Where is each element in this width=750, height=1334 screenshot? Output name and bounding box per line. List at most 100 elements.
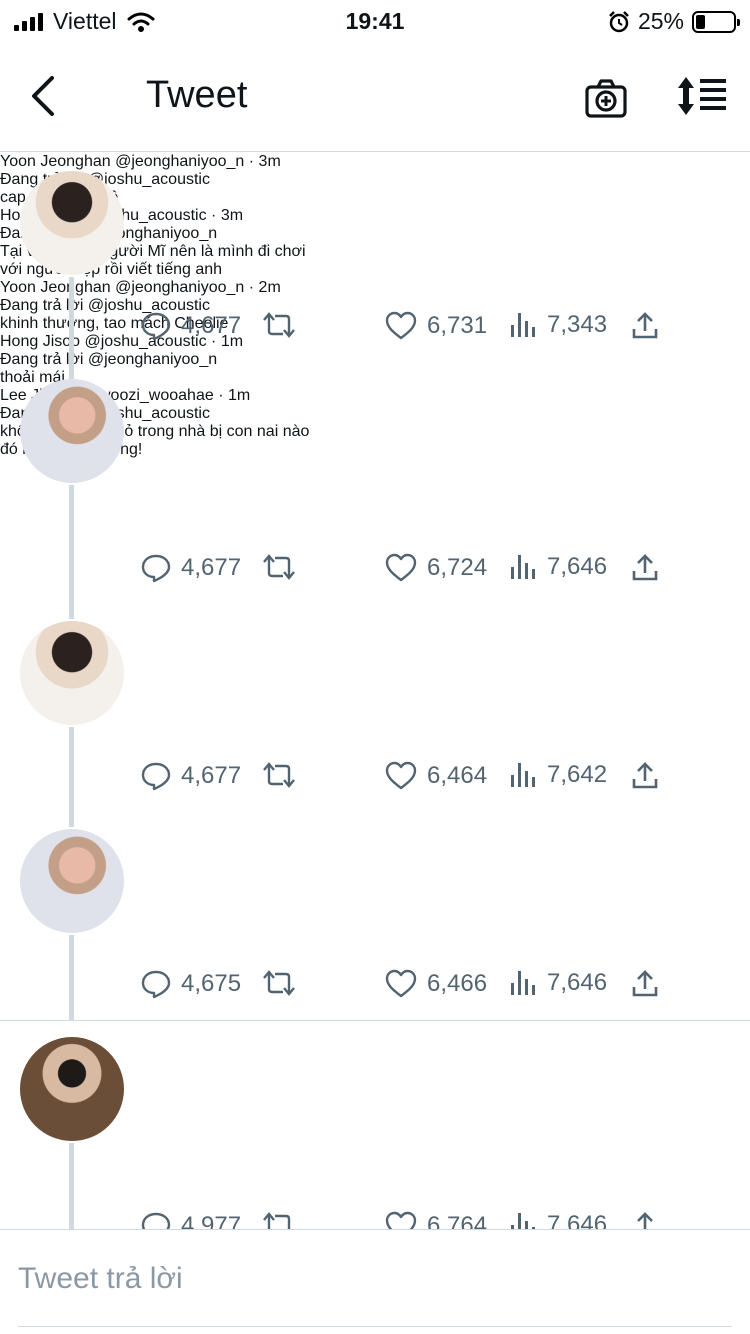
retweet-action[interactable] [261,553,297,581]
sort-icon[interactable] [676,76,728,116]
like-action[interactable]: 6,764 [385,1211,487,1229]
reply-icon[interactable] [141,311,171,341]
retweet-icon[interactable] [261,553,297,581]
reply-count: 4,677 [181,312,242,339]
retweet-icon[interactable] [261,311,297,339]
thread-connector-line [69,935,74,1020]
tweet-thread: Yoon Jeonghan @jeonghaniyoo_n · 3mĐang t… [0,153,750,1229]
avatar[interactable] [20,171,124,275]
like-icon[interactable] [385,311,417,341]
views-icon[interactable] [509,761,537,789]
like-icon[interactable] [385,761,417,791]
view-count: 7,646 [547,969,608,996]
reply-action[interactable]: 4,977 [141,1211,241,1229]
views-action[interactable]: 7,642 [509,761,607,789]
like-count: 6,731 [427,312,488,339]
views-icon[interactable] [509,553,537,581]
divider [0,1020,750,1021]
tweet-time: · 3m [248,153,281,170]
retweet-icon[interactable] [261,969,297,997]
avatar[interactable] [20,379,124,483]
view-count: 7,646 [547,1211,608,1229]
tweet-actions: 4,977 6,764 7,646 [141,1211,671,1229]
status-bar: Viettel 19:41 25% [0,0,750,42]
battery-icon [692,10,740,33]
alarm-icon [609,10,629,32]
reply-icon[interactable] [141,1211,171,1229]
views-action[interactable]: 7,646 [509,553,607,581]
retweet-action[interactable] [261,969,297,997]
like-action[interactable]: 6,731 [385,311,487,341]
share-icon[interactable] [631,1211,659,1229]
camera-plus-icon[interactable] [584,76,628,120]
reply-composer: Tweet trả lời [0,1229,750,1334]
tweet-time: · 3m [211,207,244,224]
tweet-actions: 4,677 6,464 7,642 [141,761,671,795]
like-action[interactable]: 6,464 [385,761,487,791]
reply-action[interactable]: 4,677 [141,761,241,791]
retweet-icon[interactable] [261,1211,297,1229]
share-icon[interactable] [631,761,659,791]
replying-to: Đang trả lời @joshu_acoustic [0,171,750,189]
avatar[interactable] [20,829,124,933]
like-action[interactable]: 6,466 [385,969,487,999]
retweet-action[interactable] [261,311,297,339]
views-action[interactable]: 7,646 [509,1211,607,1229]
nav-header: Tweet [0,42,750,152]
chevron-left-icon[interactable] [24,74,64,118]
reply-action[interactable]: 4,675 [141,969,241,999]
like-icon[interactable] [385,1211,417,1229]
share-icon[interactable] [631,553,659,583]
views-action[interactable]: 7,343 [509,311,607,339]
retweet-action[interactable] [261,1211,297,1229]
avatar[interactable] [20,621,124,725]
view-count: 7,343 [547,311,608,338]
share-icon[interactable] [631,969,659,999]
retweet-icon[interactable] [261,761,297,789]
share-action[interactable] [631,969,659,999]
reply-count: 4,677 [181,762,242,789]
replying-to-handle[interactable]: @jeonghaniyoo_n [88,351,217,368]
tweet-text: thoải mái [0,369,750,387]
like-count: 6,764 [427,1212,488,1229]
battery-percent: 25% [637,8,684,34]
like-icon[interactable] [385,553,417,583]
share-action[interactable] [631,553,659,583]
views-icon[interactable] [509,1211,537,1229]
view-count: 7,642 [547,761,608,788]
like-count: 6,466 [427,970,488,997]
reply-icon[interactable] [141,761,171,791]
tweet-actions: 4,677 6,724 7,646 [141,553,671,587]
like-count: 6,724 [427,554,488,581]
author-handle[interactable]: @jeonghaniyoo_n [115,153,244,170]
share-icon[interactable] [631,311,659,341]
reply-input[interactable]: Tweet trả lời [18,1262,183,1296]
tweet-actions: 4,675 6,466 7,646 [141,969,671,1003]
reply-icon[interactable] [141,553,171,583]
like-icon[interactable] [385,969,417,999]
tweet-time: · 1m [218,387,251,404]
like-action[interactable]: 6,724 [385,553,487,583]
tweet-time: · 2m [248,279,281,296]
author-handle[interactable]: @jeonghaniyoo_n [115,279,244,296]
author-name[interactable]: Yoon Jeonghan [0,279,111,296]
reply-action[interactable]: 4,677 [141,553,241,583]
divider [18,1326,732,1327]
views-action[interactable]: 7,646 [509,969,607,997]
views-icon[interactable] [509,311,537,339]
reply-action[interactable]: 4,677 [141,311,241,341]
author-name[interactable]: Yoon Jeonghan [0,153,111,170]
tweet-header: Yoon Jeonghan @jeonghaniyoo_n · 3m [0,153,750,171]
thread-connector-line [69,1143,74,1229]
share-action[interactable] [631,761,659,791]
like-count: 6,464 [427,762,488,789]
share-action[interactable] [631,311,659,341]
tweet-actions: 4,677 6,731 7,343 [141,311,671,345]
retweet-action[interactable] [261,761,297,789]
avatar[interactable] [20,1037,124,1141]
reply-count: 4,675 [181,970,242,997]
tweet-header: Yoon Jeonghan @jeonghaniyoo_n · 2m [0,279,750,297]
views-icon[interactable] [509,969,537,997]
reply-icon[interactable] [141,969,171,999]
share-action[interactable] [631,1211,659,1229]
